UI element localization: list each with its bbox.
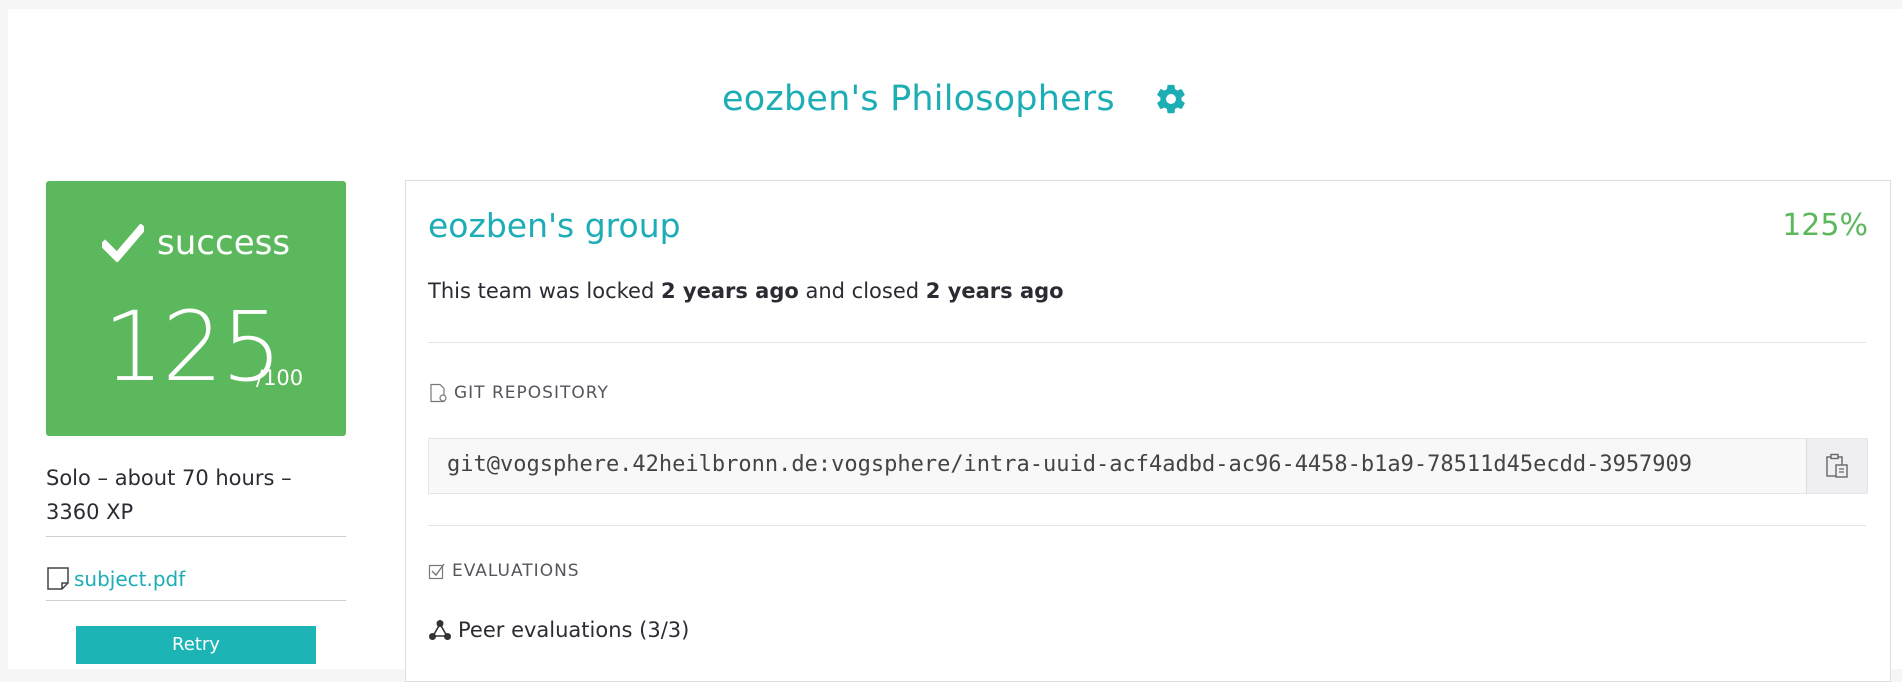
clipboard-icon bbox=[1826, 453, 1848, 478]
divider bbox=[428, 342, 1866, 343]
score-max: /100 bbox=[256, 366, 304, 390]
lock-prefix: This team was locked bbox=[428, 279, 661, 303]
copy-button[interactable] bbox=[1806, 439, 1867, 493]
divider bbox=[428, 525, 1866, 526]
git-section-text: GIT REPOSITORY bbox=[454, 383, 609, 403]
gear-icon[interactable] bbox=[1154, 82, 1188, 116]
evaluations-section-text: EVALUATIONS bbox=[452, 561, 580, 581]
file-icon bbox=[46, 566, 70, 592]
team-panel: eozben's group 125% This team was locked… bbox=[405, 180, 1891, 682]
project-meta: Solo – about 70 hours – 3360 XP bbox=[46, 466, 292, 524]
locked-ago: 2 years ago bbox=[660, 279, 799, 303]
git-file-icon bbox=[430, 383, 447, 403]
title-row: eozben's Philosophers bbox=[8, 79, 1902, 139]
git-url-input[interactable]: git@vogsphere.42heilbronn.de:vogsphere/i… bbox=[429, 439, 1806, 493]
subject-pdf-link[interactable]: subject.pdf bbox=[74, 567, 185, 591]
team-name: eozben's group bbox=[428, 206, 681, 245]
status-box: success 125 /100 bbox=[46, 181, 346, 436]
peer-evaluations-label: Peer evaluations (3/3) bbox=[458, 618, 690, 642]
git-repository-box: git@vogsphere.42heilbronn.de:vogsphere/i… bbox=[428, 438, 1868, 494]
divider bbox=[46, 536, 346, 537]
team-percent: 125% bbox=[1782, 208, 1868, 243]
evaluations-section-label: EVALUATIONS bbox=[428, 561, 580, 581]
retry-button[interactable]: Retry bbox=[76, 626, 316, 664]
divider bbox=[46, 600, 346, 601]
lock-middle: and closed bbox=[798, 279, 926, 303]
closed-ago: 2 years ago bbox=[925, 279, 1064, 303]
page-title: eozben's Philosophers bbox=[722, 79, 1115, 119]
git-section-label: GIT REPOSITORY bbox=[428, 383, 609, 403]
checkbox-icon bbox=[428, 563, 445, 580]
status-label: success bbox=[157, 223, 291, 263]
score-value: 125 bbox=[103, 291, 282, 403]
lock-info: This team was locked 2 years ago and clo… bbox=[428, 279, 1064, 303]
peer-evaluations[interactable]: Peer evaluations (3/3) bbox=[428, 618, 689, 642]
subject-row: subject.pdf bbox=[46, 564, 185, 594]
status-row: success bbox=[46, 223, 346, 269]
peers-icon bbox=[429, 620, 451, 640]
check-icon bbox=[99, 223, 147, 263]
project-page: eozben's Philosophers success 125 /100 S… bbox=[8, 9, 1902, 682]
